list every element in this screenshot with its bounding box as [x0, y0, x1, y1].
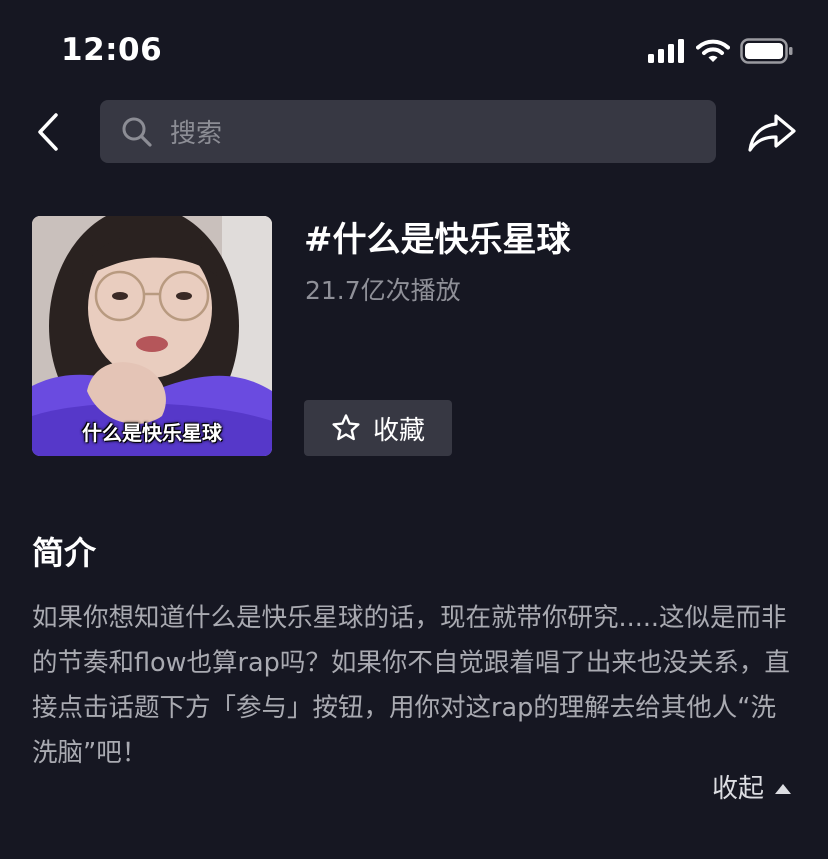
search-placeholder: 搜索 — [170, 119, 223, 149]
cover-caption: 什么是快乐星球 — [82, 421, 222, 445]
topic-title: #什么是快乐星球 — [304, 220, 571, 260]
share-button[interactable] — [744, 108, 800, 158]
status-time: 12:06 — [61, 32, 163, 68]
collapse-label: 收起 — [711, 774, 764, 804]
share-arrow-icon — [748, 114, 796, 152]
collect-label: 收藏 — [372, 415, 425, 446]
battery-icon — [740, 38, 793, 64]
topic-cover-image[interactable]: 什么是快乐星球 — [32, 216, 272, 456]
collapse-button[interactable]: 收起 — [712, 769, 792, 809]
wifi-icon — [696, 39, 730, 62]
collect-button[interactable]: 收藏 — [304, 400, 452, 456]
search-icon — [120, 115, 154, 149]
intro-text: 如果你想知道什么是快乐星球的话，现在就带你研究.....这似是而非的节奏和flo… — [32, 603, 790, 768]
chevron-left-icon — [38, 113, 58, 151]
status-icons — [648, 38, 794, 64]
play-count: 21.7亿次播放 — [305, 276, 461, 305]
signal-icon — [648, 39, 684, 63]
back-button[interactable] — [28, 110, 68, 154]
triangle-up-icon — [775, 784, 791, 794]
search-input[interactable]: 搜索 — [100, 100, 716, 163]
intro-heading: 简介 — [32, 534, 97, 572]
star-outline-icon — [332, 414, 360, 441]
